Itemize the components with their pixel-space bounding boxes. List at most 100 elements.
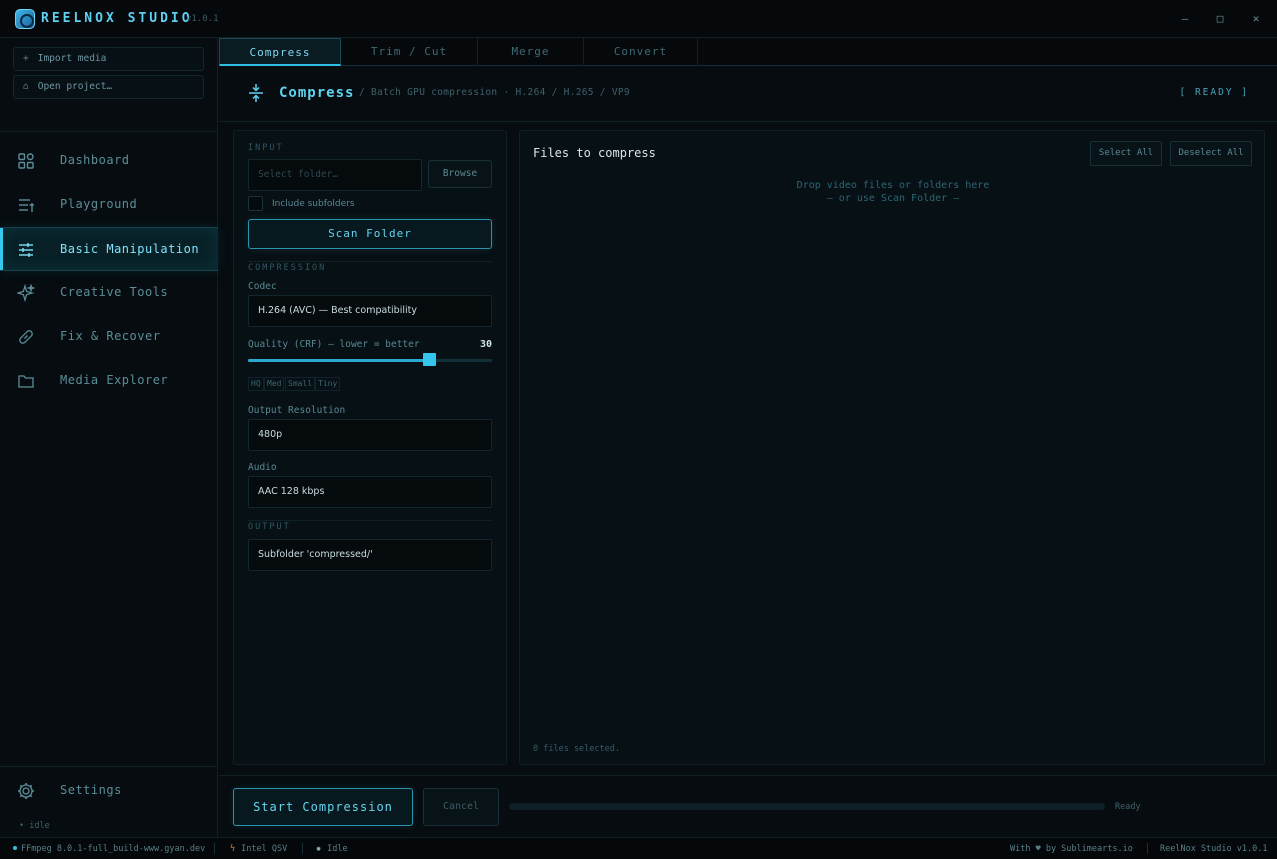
section-divider bbox=[248, 520, 492, 521]
sidebar-item-dashboard[interactable]: Dashboard bbox=[0, 139, 218, 183]
engine-status: ✹ Idle bbox=[316, 844, 348, 854]
quality-label: Quality (CRF) — lower = better bbox=[248, 339, 420, 350]
resolution-select[interactable]: 480p bbox=[248, 419, 492, 451]
sliders-icon bbox=[19, 243, 33, 257]
codec-label: Codec bbox=[248, 281, 277, 292]
output-select[interactable]: Subfolder 'compressed/' bbox=[248, 539, 492, 571]
app-logo-icon bbox=[15, 9, 35, 29]
sidebar-item-settings[interactable]: Settings bbox=[0, 769, 218, 813]
gear-icon: ✹ bbox=[316, 844, 322, 854]
include-subfolders-label: Include subfolders bbox=[272, 199, 355, 209]
sidebar-item-label: Media Explorer bbox=[60, 373, 169, 387]
tab-compress[interactable]: Compress bbox=[219, 38, 341, 66]
app-version: v1.0.1 bbox=[186, 14, 219, 24]
maximize-button[interactable]: □ bbox=[1210, 10, 1230, 28]
sparkle-icon bbox=[17, 284, 35, 302]
app-version-footer: ReelNox Studio v1.0.1 bbox=[1160, 844, 1268, 854]
tab-convert[interactable]: Convert bbox=[584, 38, 698, 66]
scan-folder-button[interactable]: Scan Folder bbox=[248, 219, 492, 249]
bandage-icon bbox=[19, 330, 33, 344]
gear-icon bbox=[18, 783, 34, 799]
quality-slider-fill bbox=[248, 359, 429, 362]
grid-icon bbox=[18, 153, 34, 169]
preset-hq[interactable]: HQ bbox=[248, 377, 264, 391]
status-bar: FFmpeg 8.0.1-full_build-www.gyan.dev ϟ In… bbox=[0, 837, 1277, 859]
sidebar-divider bbox=[0, 131, 218, 132]
sidebar-item-label: Basic Manipulation bbox=[60, 242, 200, 256]
open-project-label: Open project… bbox=[37, 81, 113, 92]
sidebar-item-label: Playground bbox=[60, 197, 138, 211]
import-media-label: Import media bbox=[37, 53, 107, 64]
audio-select[interactable]: AAC 128 kbps bbox=[248, 476, 492, 508]
tab-trim-cut[interactable]: Trim / Cut bbox=[341, 38, 478, 66]
quality-value: 30 bbox=[479, 339, 492, 350]
gpu-status: ϟ Intel QSV bbox=[230, 844, 287, 854]
cancel-button[interactable]: Cancel bbox=[423, 788, 499, 826]
folder-icon bbox=[18, 375, 34, 388]
title-bar: REELNOX STUDIO v1.0.1 — □ ✕ bbox=[0, 0, 1277, 38]
compression-section-label: COMPRESSION bbox=[248, 263, 327, 273]
status-dot-icon bbox=[13, 846, 17, 850]
sidebar-item-label: Fix & Recover bbox=[60, 329, 161, 343]
page-header: Compress / Batch GPU compression · H.264… bbox=[219, 66, 1277, 122]
plus-icon: + bbox=[23, 53, 29, 64]
page-title: Compress bbox=[279, 85, 355, 101]
sidebar-item-fix-recover[interactable]: Fix & Recover bbox=[0, 315, 218, 359]
files-panel: Files to compress Select All Deselect Al… bbox=[519, 130, 1265, 765]
compression-settings-panel: INPUT Select folder… Browse Include subf… bbox=[233, 130, 507, 765]
input-section-label: INPUT bbox=[248, 143, 284, 153]
sidebar-item-label: Creative Tools bbox=[60, 285, 169, 299]
tab-bar: Compress Trim / Cut Merge Convert bbox=[219, 38, 1277, 66]
select-all-button[interactable]: Select All bbox=[1090, 141, 1162, 166]
list-icon bbox=[19, 199, 34, 212]
status-divider bbox=[1147, 843, 1148, 854]
status-badge: [ READY ] bbox=[1179, 87, 1249, 98]
lightning-icon: ϟ bbox=[230, 844, 236, 854]
sidebar-footer-divider bbox=[0, 766, 218, 767]
import-media-button[interactable]: + Import media bbox=[13, 47, 204, 71]
sidebar-item-basic-manipulation[interactable]: Basic Manipulation bbox=[0, 227, 218, 271]
progress-bar bbox=[509, 803, 1105, 810]
sidebar-idle-status: • idle bbox=[19, 821, 50, 831]
drop-zone-hint[interactable]: Drop video files or folders here bbox=[520, 180, 1266, 191]
preset-tiny[interactable]: Tiny bbox=[315, 377, 341, 391]
sidebar-item-playground[interactable]: Playground bbox=[0, 183, 218, 227]
sidebar-item-creative-tools[interactable]: Creative Tools bbox=[0, 271, 218, 315]
start-compression-button[interactable]: Start Compression bbox=[233, 788, 413, 826]
include-subfolders-checkbox[interactable] bbox=[248, 196, 263, 211]
files-title: Files to compress bbox=[533, 146, 656, 160]
progress-status: Ready bbox=[1115, 802, 1141, 812]
quality-slider[interactable] bbox=[248, 353, 492, 366]
close-button[interactable]: ✕ bbox=[1246, 10, 1266, 28]
preset-small[interactable]: Small bbox=[285, 377, 316, 391]
minimize-button[interactable]: — bbox=[1175, 10, 1195, 28]
sidebar-item-media-explorer[interactable]: Media Explorer bbox=[0, 359, 218, 403]
drop-zone-hint-alt: — or use Scan Folder — bbox=[826, 193, 960, 204]
credit-text: With ♥ by Sublimearts.io bbox=[1010, 844, 1133, 854]
sidebar-item-label: Settings bbox=[60, 783, 122, 797]
preset-med[interactable]: Med bbox=[264, 377, 285, 391]
compress-icon bbox=[249, 84, 263, 102]
status-divider bbox=[214, 843, 215, 854]
browse-button[interactable]: Browse bbox=[428, 160, 492, 188]
engine-state: Idle bbox=[327, 844, 348, 854]
quality-slider-thumb[interactable] bbox=[422, 353, 436, 366]
resolution-label: Output Resolution bbox=[248, 405, 346, 416]
home-icon: ⌂ bbox=[23, 81, 29, 92]
audio-label: Audio bbox=[248, 462, 277, 473]
codec-select[interactable]: H.264 (AVC) — Best compatibility bbox=[248, 295, 492, 327]
gpu-name: Intel QSV bbox=[241, 844, 288, 854]
section-divider bbox=[248, 261, 492, 262]
folder-input[interactable]: Select folder… bbox=[248, 159, 422, 191]
status-divider bbox=[302, 843, 303, 854]
tab-merge[interactable]: Merge bbox=[478, 38, 584, 66]
files-selected-count: 0 files selected. bbox=[533, 744, 620, 754]
action-bar: Start Compression Cancel Ready bbox=[219, 775, 1277, 837]
app-name: REELNOX STUDIO bbox=[41, 11, 193, 26]
ffmpeg-version: FFmpeg 8.0.1-full_build-www.gyan.dev bbox=[21, 844, 206, 854]
open-project-button[interactable]: ⌂ Open project… bbox=[13, 75, 204, 99]
sidebar: + Import media ⌂ Open project… Dashboard P… bbox=[0, 38, 218, 837]
page-subtitle: / Batch GPU compression · H.264 / H.265 … bbox=[359, 87, 630, 98]
deselect-all-button[interactable]: Deselect All bbox=[1170, 141, 1252, 166]
ffmpeg-status: FFmpeg 8.0.1-full_build-www.gyan.dev bbox=[13, 844, 205, 854]
